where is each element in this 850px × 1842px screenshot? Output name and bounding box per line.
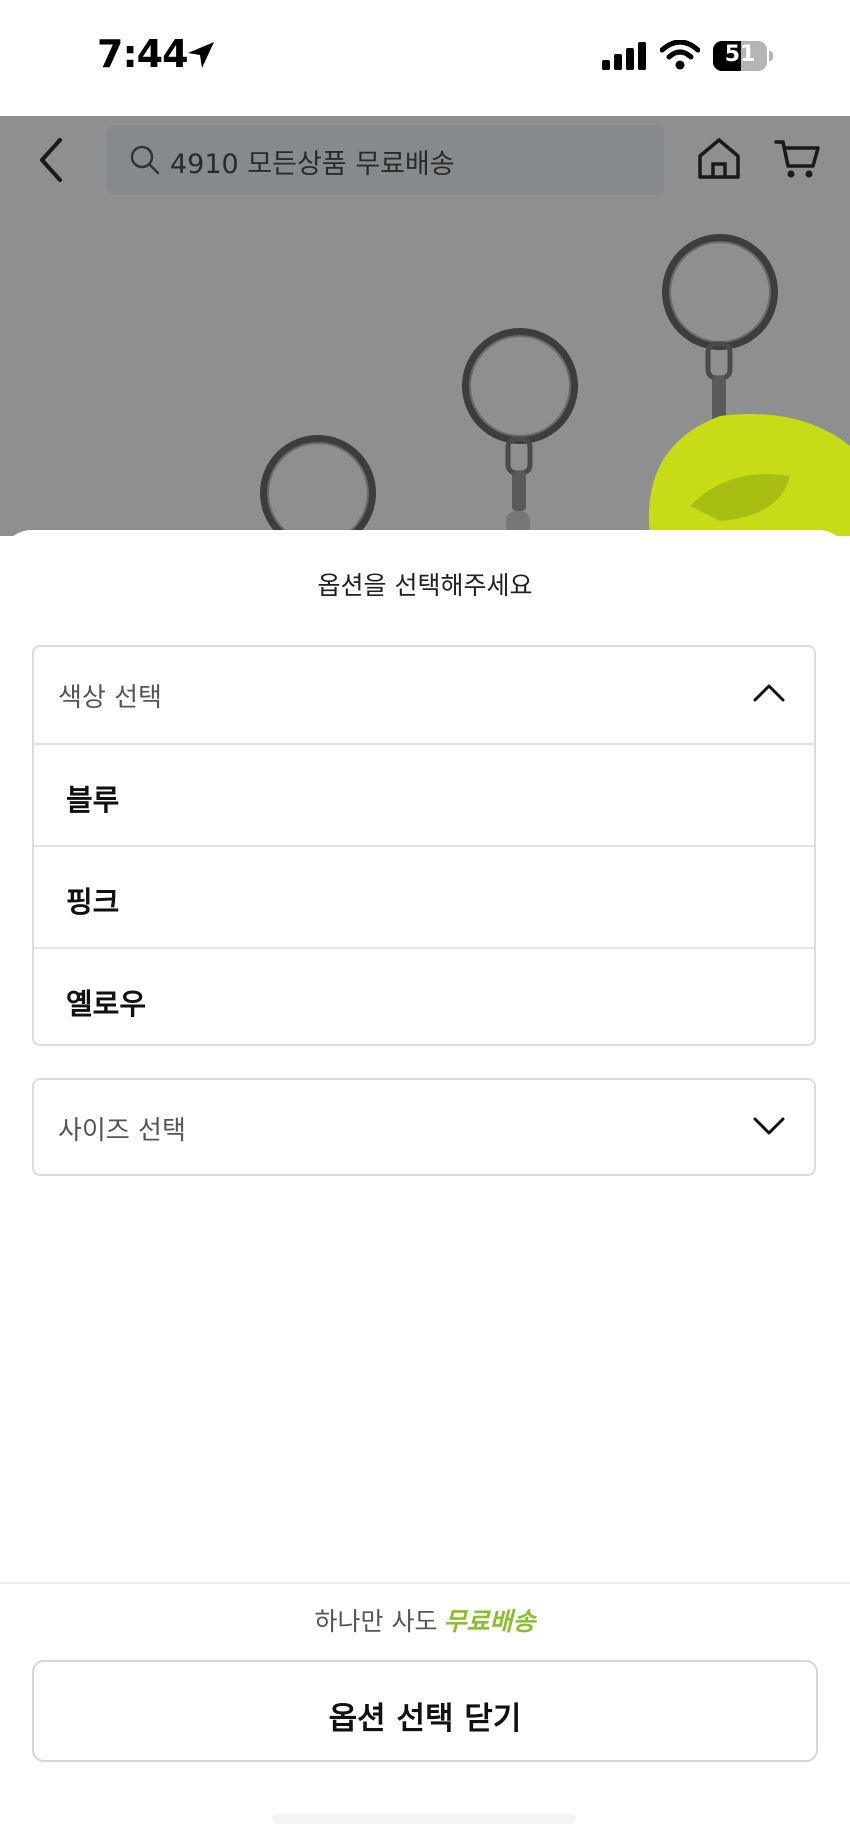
chevron-down-icon [753, 1117, 785, 1135]
close-options-label: 옵션 선택 닫기 [328, 1701, 522, 1737]
chevron-up-icon [753, 684, 785, 702]
product-page-dimmed: 4910 모든상품 무료배송 [0, 116, 850, 536]
color-option-pink[interactable]: 핑크 [34, 847, 814, 949]
home-icon[interactable] [696, 136, 742, 180]
footer-divider [0, 1582, 850, 1584]
size-select-dropdown[interactable]: 사이즈 선택 [32, 1078, 816, 1176]
color-option-label: 옐로우 [66, 987, 147, 1021]
color-option-blue[interactable]: 블루 [34, 745, 814, 847]
location-arrow-icon [188, 42, 214, 68]
size-select-label: 사이즈 선택 [58, 1116, 186, 1146]
color-select-header[interactable]: 색상 선택 [34, 647, 814, 745]
search-bar[interactable]: 4910 모든상품 무료배송 [106, 125, 664, 195]
sheet-title: 옵션을 선택해주세요 [317, 571, 533, 600]
home-indicator [272, 1814, 576, 1824]
close-options-button[interactable]: 옵션 선택 닫기 [32, 1660, 818, 1762]
cart-icon[interactable] [774, 138, 820, 180]
color-option-label: 핑크 [66, 885, 120, 919]
battery-level: 51 [724, 42, 756, 67]
color-select-label: 색상 선택 [58, 683, 162, 713]
search-text: 4910 모든상품 무료배송 [170, 149, 455, 180]
option-bottom-sheet: 옵션을 선택해주세요 색상 선택 블루 핑크 옐로우 사이즈 선택 하나만 사도… [0, 530, 850, 1842]
promo-text: 하나만 사도 [314, 1607, 438, 1636]
promo-highlight: 무료배송 [443, 1607, 536, 1636]
battery-icon: 51 [713, 41, 773, 71]
status-time: 7:44 [97, 32, 189, 76]
size-select-header[interactable]: 사이즈 선택 [34, 1080, 814, 1176]
status-bar: 7:44 51 [0, 0, 850, 116]
color-option-label: 블루 [66, 783, 120, 817]
cellular-signal-icon [602, 42, 646, 70]
color-option-yellow[interactable]: 옐로우 [34, 949, 814, 1049]
free-shipping-promo: 하나만 사도 무료배송 [0, 1602, 850, 1638]
search-icon [130, 145, 160, 175]
wifi-icon [660, 40, 700, 70]
back-icon[interactable] [34, 136, 70, 184]
color-select-dropdown: 색상 선택 블루 핑크 옐로우 [32, 645, 816, 1046]
